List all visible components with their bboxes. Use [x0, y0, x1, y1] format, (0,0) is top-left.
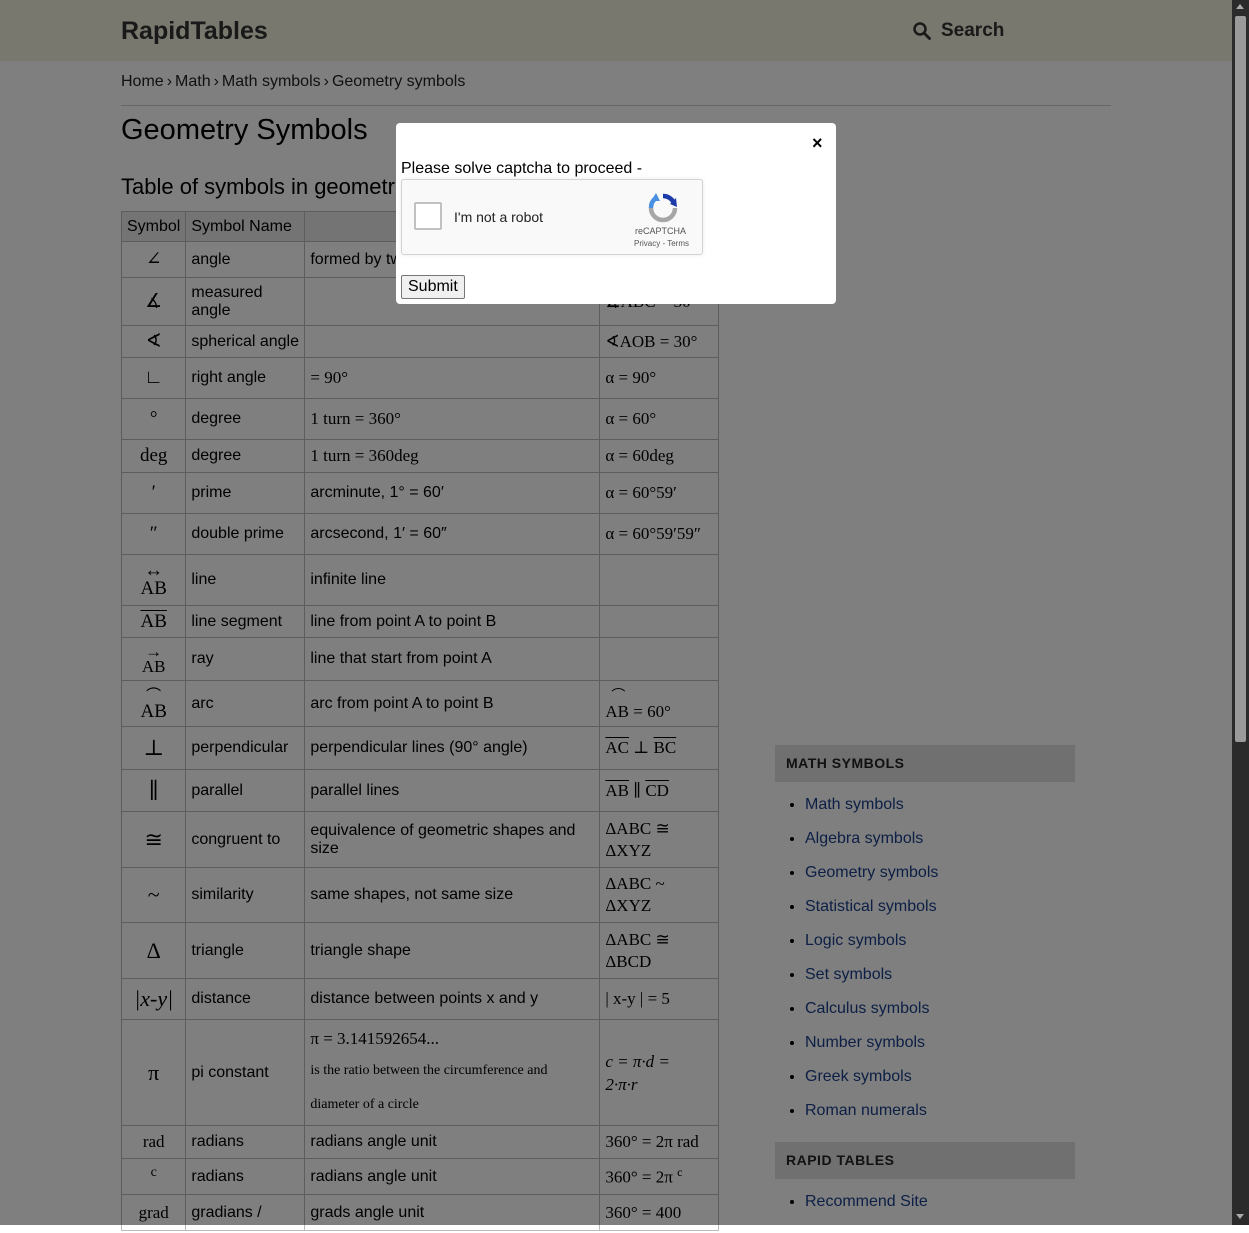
privacy-link[interactable]: Privacy [634, 239, 660, 248]
scroll-down-arrow-icon[interactable] [1236, 1214, 1244, 1219]
recaptcha-widget: I'm not a robot reCAPTCHA Privacy - Term… [401, 179, 703, 255]
scroll-up-arrow-icon[interactable] [1236, 4, 1244, 9]
submit-button[interactable]: Submit [401, 275, 465, 299]
close-icon[interactable]: × [812, 133, 823, 154]
captcha-prompt: Please solve captcha to proceed - [401, 160, 643, 177]
terms-link[interactable]: Terms [667, 239, 689, 248]
page-scrollbar[interactable] [1232, 0, 1249, 1225]
recaptcha-brand: reCAPTCHA [635, 226, 687, 236]
not-a-robot-label: I'm not a robot [454, 209, 544, 225]
recaptcha-links: Privacy - Terms [634, 239, 689, 248]
scrollbar-thumb[interactable] [1235, 16, 1246, 742]
recaptcha-logo-icon [648, 193, 678, 223]
not-a-robot-checkbox[interactable] [414, 202, 442, 230]
